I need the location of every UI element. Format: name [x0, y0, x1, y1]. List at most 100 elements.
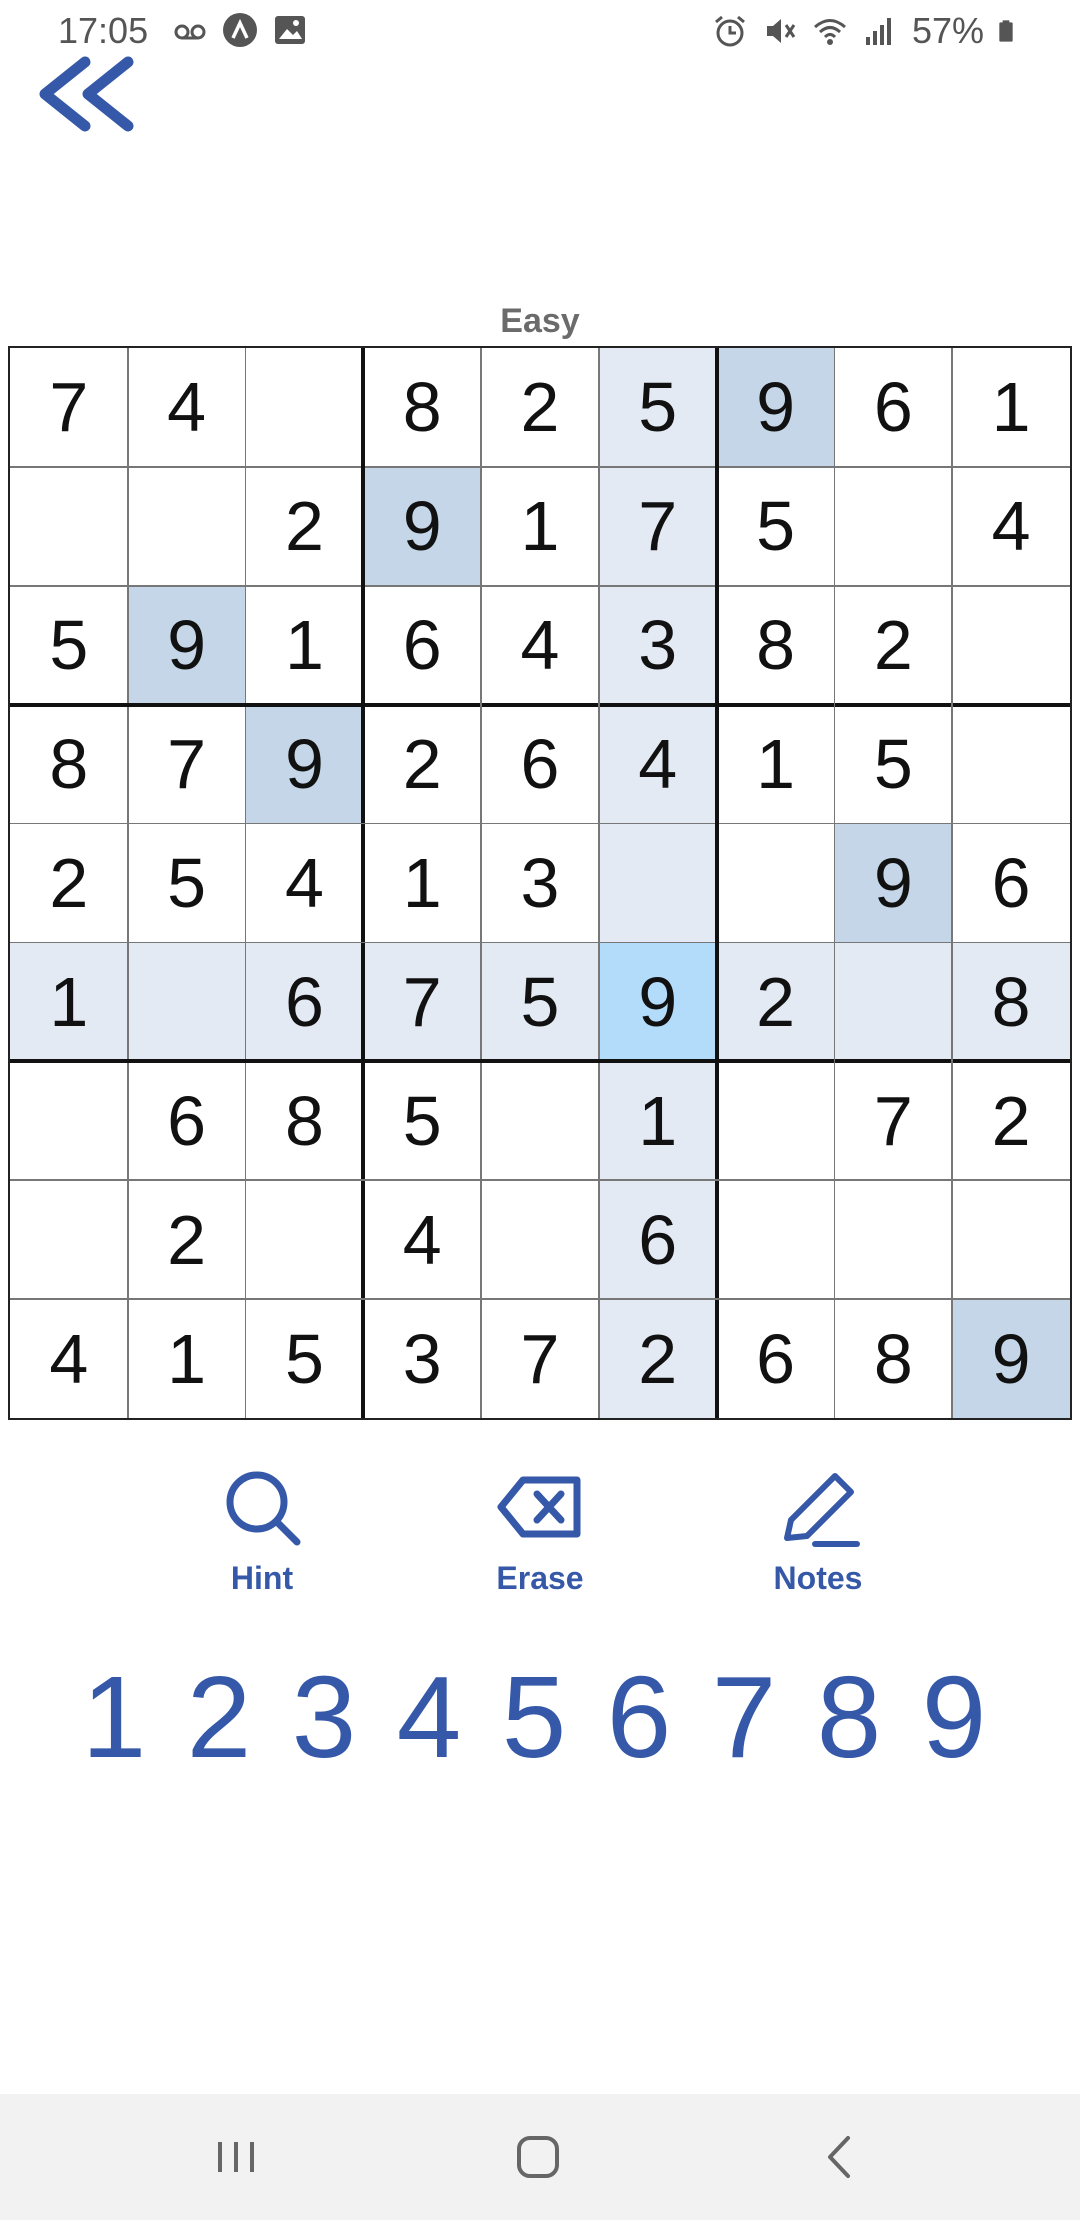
erase-button[interactable]: Erase — [440, 1462, 640, 1612]
sudoku-cell[interactable] — [481, 1061, 599, 1180]
sudoku-cell[interactable]: 4 — [952, 467, 1070, 586]
sudoku-cell[interactable]: 3 — [598, 585, 717, 705]
sudoku-cell[interactable] — [481, 1180, 599, 1299]
sudoku-cell[interactable]: 2 — [834, 586, 952, 705]
back-icon[interactable] — [800, 2124, 880, 2190]
sudoku-cell[interactable]: 2 — [716, 942, 835, 1062]
sudoku-cell[interactable]: 4 — [10, 1299, 128, 1418]
sudoku-cell[interactable]: 1 — [246, 586, 364, 705]
sudoku-cell[interactable] — [246, 348, 364, 467]
sudoku-cell[interactable]: 5 — [481, 942, 599, 1062]
sudoku-cell[interactable]: 7 — [363, 942, 482, 1062]
number-button-3[interactable]: 3 — [274, 1652, 374, 1782]
sudoku-cell[interactable] — [952, 586, 1070, 705]
pencil-icon — [784, 1473, 860, 1547]
sudoku-cell[interactable] — [717, 1180, 835, 1299]
sudoku-cell[interactable]: 9 — [952, 1299, 1070, 1418]
sudoku-cell[interactable]: 8 — [363, 348, 481, 467]
sudoku-cell[interactable] — [834, 1180, 952, 1299]
mute-icon — [766, 19, 796, 43]
number-button-5[interactable]: 5 — [484, 1652, 584, 1782]
recents-icon[interactable] — [196, 2124, 276, 2190]
sudoku-cell[interactable]: 3 — [481, 824, 599, 943]
number-button-7[interactable]: 7 — [694, 1652, 794, 1782]
sudoku-cell[interactable]: 6 — [363, 586, 481, 705]
sudoku-cell[interactable]: 1 — [481, 467, 599, 586]
sudoku-cell[interactable] — [127, 942, 246, 1062]
sudoku-cell[interactable]: 6 — [952, 824, 1070, 943]
sudoku-cell[interactable]: 6 — [834, 348, 952, 467]
sudoku-cell[interactable]: 2 — [598, 1299, 717, 1418]
sudoku-cell[interactable] — [952, 705, 1070, 824]
sudoku-cell[interactable]: 7 — [481, 1299, 599, 1418]
sudoku-cell[interactable]: 1 — [10, 942, 128, 1062]
home-icon[interactable] — [498, 2124, 578, 2190]
sudoku-cell[interactable]: 4 — [128, 348, 246, 467]
sudoku-cell[interactable]: 7 — [10, 348, 128, 467]
sudoku-cell[interactable]: 7 — [834, 1061, 952, 1180]
sudoku-cell[interactable]: 6 — [481, 705, 599, 824]
sudoku-cell[interactable] — [952, 1180, 1070, 1299]
sudoku-cell[interactable]: 3 — [363, 1299, 481, 1418]
sudoku-cell[interactable]: 4 — [363, 1180, 481, 1299]
sudoku-cell[interactable]: 6 — [598, 1180, 717, 1300]
sudoku-cell[interactable]: 7 — [598, 466, 717, 586]
sudoku-cell[interactable]: 8 — [10, 705, 128, 824]
sudoku-cell[interactable]: 9 — [716, 348, 835, 467]
sudoku-cell[interactable] — [10, 467, 128, 586]
sudoku-cell[interactable] — [598, 823, 717, 943]
hint-button[interactable]: Hint — [162, 1462, 362, 1612]
sudoku-cell[interactable]: 5 — [128, 824, 246, 943]
sudoku-cell[interactable]: 5 — [363, 1061, 481, 1180]
sudoku-cell[interactable]: 9 — [127, 585, 246, 705]
sudoku-cell[interactable]: 5 — [598, 348, 717, 467]
sudoku-cell[interactable]: 1 — [363, 824, 481, 943]
sudoku-cell[interactable]: 2 — [128, 1180, 246, 1299]
sudoku-cell[interactable]: 9 — [598, 942, 717, 1062]
sudoku-cell[interactable]: 1 — [128, 1299, 246, 1418]
sudoku-cell[interactable]: 2 — [10, 824, 128, 943]
sudoku-cell[interactable]: 8 — [834, 1299, 952, 1418]
sudoku-cell[interactable]: 4 — [246, 824, 364, 943]
sudoku-cell[interactable]: 2 — [246, 467, 364, 586]
sudoku-cell[interactable]: 6 — [128, 1061, 246, 1180]
sudoku-cell[interactable]: 5 — [246, 1299, 364, 1418]
sudoku-cell[interactable]: 6 — [717, 1299, 835, 1418]
number-button-2[interactable]: 2 — [169, 1652, 269, 1782]
back-button[interactable] — [30, 52, 140, 142]
number-button-4[interactable]: 4 — [379, 1652, 479, 1782]
sudoku-cell[interactable]: 9 — [245, 704, 364, 824]
sudoku-cell[interactable]: 4 — [481, 586, 599, 705]
number-button-9[interactable]: 9 — [904, 1652, 1004, 1782]
sudoku-cell[interactable]: 9 — [834, 823, 953, 943]
notes-button[interactable]: Notes — [718, 1462, 918, 1612]
sudoku-cell[interactable]: 1 — [952, 348, 1070, 467]
sudoku-cell[interactable] — [246, 1180, 364, 1299]
sudoku-cell[interactable]: 8 — [952, 942, 1070, 1062]
sudoku-cell[interactable] — [10, 1180, 128, 1299]
sudoku-cell[interactable]: 8 — [717, 586, 835, 705]
sudoku-cell[interactable] — [717, 824, 835, 943]
sudoku-cell[interactable]: 1 — [717, 705, 835, 824]
sudoku-cell[interactable]: 9 — [363, 466, 482, 586]
sudoku-cell[interactable]: 6 — [245, 942, 364, 1062]
sudoku-cell[interactable] — [128, 467, 246, 586]
sudoku-cell[interactable]: 5 — [10, 586, 128, 705]
number-button-1[interactable]: 1 — [64, 1652, 164, 1782]
sudoku-cell[interactable]: 1 — [598, 1061, 717, 1181]
sudoku-cell[interactable]: 5 — [834, 705, 952, 824]
sudoku-cell[interactable] — [834, 942, 953, 1062]
number-button-6[interactable]: 6 — [589, 1652, 689, 1782]
search-icon — [226, 1471, 301, 1546]
sudoku-cell[interactable]: 8 — [246, 1061, 364, 1180]
sudoku-cell[interactable]: 2 — [481, 348, 599, 467]
sudoku-cell[interactable] — [10, 1061, 128, 1180]
sudoku-cell[interactable]: 2 — [952, 1061, 1070, 1180]
sudoku-cell[interactable]: 2 — [363, 705, 481, 824]
sudoku-cell[interactable] — [834, 467, 952, 586]
sudoku-cell[interactable]: 5 — [717, 467, 835, 586]
number-button-8[interactable]: 8 — [799, 1652, 899, 1782]
sudoku-cell[interactable]: 4 — [598, 704, 717, 824]
sudoku-cell[interactable] — [717, 1061, 835, 1180]
sudoku-cell[interactable]: 7 — [128, 705, 246, 824]
